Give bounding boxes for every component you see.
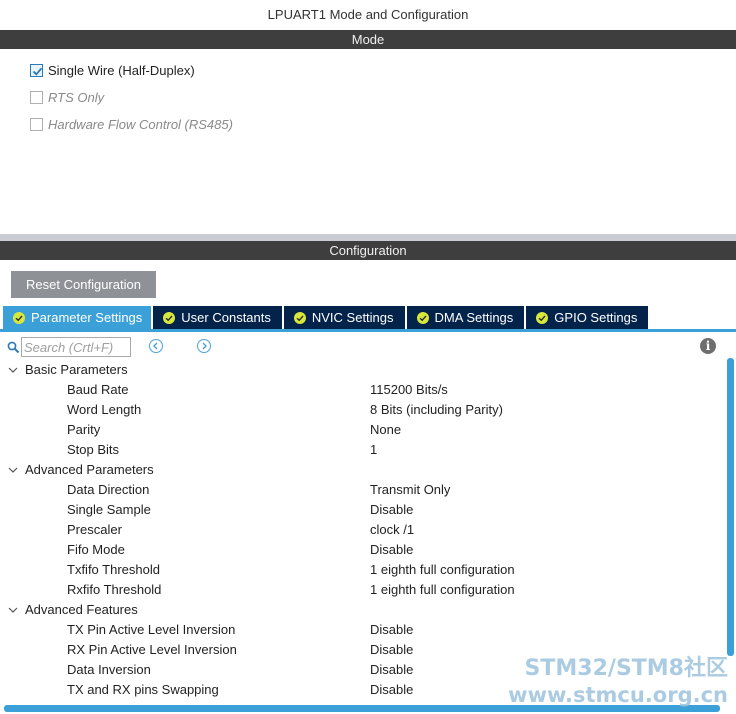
single-wire-label: Single Wire (Half-Duplex) [48,62,195,78]
param-name: TX and RX pins Swapping [67,682,219,697]
group-label: Advanced Features [25,602,138,617]
param-name: Data Inversion [67,662,151,677]
hardware-flow-control-option[interactable]: Hardware Flow Control (RS485) [30,115,233,133]
hardware-flow-control-label: Hardware Flow Control (RS485) [48,116,233,132]
tab-label: DMA Settings [434,310,514,325]
configuration-header: Configuration [0,241,736,260]
check-circle-icon [416,311,429,324]
search-icon [7,341,20,353]
window-title: LPUART1 Mode and Configuration [0,0,736,30]
tab-user-constants[interactable]: User Constants [153,306,282,329]
param-name: Prescaler [67,522,122,537]
group-advanced-features[interactable]: Advanced Features [0,600,722,620]
chevron-right-icon [202,342,207,350]
search-bar [7,337,131,357]
hardware-flow-control-checkbox[interactable] [30,117,43,131]
group-basic-parameters[interactable]: Basic Parameters [0,360,722,380]
rts-only-checkbox[interactable] [30,90,43,104]
panel-splitter[interactable] [0,234,736,241]
group-label: Advanced Parameters [25,462,154,477]
tab-label: Parameter Settings [31,310,143,325]
check-circle-icon [293,311,306,324]
param-name: Data Direction [67,482,150,497]
tab-gpio-settings[interactable]: GPIO Settings [526,306,649,329]
param-value[interactable]: 1 eighth full configuration [370,560,515,580]
parameter-tree: Basic Parameters Baud Rate 115200 Bits/s … [0,360,722,700]
watermark: STM32/STM8社区 www.stmcu.org.cn [508,656,728,708]
param-name: Baud Rate [67,382,129,397]
param-row[interactable]: Baud Rate 115200 Bits/s [0,380,722,400]
tab-parameter-settings[interactable]: Parameter Settings [3,306,152,329]
check-circle-icon [13,311,25,324]
mode-header: Mode [0,30,736,49]
param-row[interactable]: Prescaler clock /1 [0,520,722,540]
param-row[interactable]: Single Sample Disable [0,500,722,520]
param-name: RX Pin Active Level Inversion [67,642,237,657]
chevron-left-icon [153,342,158,350]
param-value[interactable]: 8 Bits (including Parity) [370,400,503,420]
reset-configuration-button[interactable]: Reset Configuration [11,271,156,298]
param-row[interactable]: Rxfifo Threshold 1 eighth full configurat… [0,580,722,600]
param-name: Stop Bits [67,442,120,457]
param-value[interactable]: Disable [370,660,413,680]
config-tabs: Parameter Settings User Constants NVIC S… [3,306,650,329]
param-name: Rxfifo Threshold [67,582,162,597]
param-row[interactable]: Txfifo Threshold 1 eighth full configurat… [0,560,722,580]
search-prev-button[interactable] [149,339,163,353]
param-name: Fifo Mode [67,542,125,557]
group-advanced-parameters[interactable]: Advanced Parameters [0,460,722,480]
param-row[interactable]: TX Pin Active Level Inversion Disable [0,620,722,640]
param-value[interactable]: 115200 Bits/s [370,380,448,400]
param-value[interactable]: Disable [370,500,413,520]
param-value[interactable]: Disable [370,640,413,660]
rts-only-label: RTS Only [48,89,105,105]
tab-label: NVIC Settings [311,310,394,325]
param-name: Txfifo Threshold [67,562,160,577]
single-wire-checkbox[interactable] [30,63,43,77]
chevron-down-icon [8,367,18,373]
param-value[interactable]: Disable [370,620,413,640]
param-value[interactable]: 1 [370,440,377,460]
param-row[interactable]: Fifo Mode Disable [0,540,722,560]
param-name: Single Sample [67,502,151,517]
chevron-down-icon [8,607,18,613]
param-value[interactable]: None [370,420,401,440]
rts-only-option[interactable]: RTS Only [30,88,104,106]
search-next-button[interactable] [197,339,211,353]
check-icon [32,67,43,76]
param-row[interactable]: Data Direction Transmit Only [0,480,722,500]
param-value[interactable]: Disable [370,680,413,700]
tab-nvic-settings[interactable]: NVIC Settings [283,306,405,329]
param-row[interactable]: Word Length 8 Bits (including Parity) [0,400,722,420]
watermark-line1: STM32/STM8社区 [524,656,728,681]
chevron-down-icon [8,467,18,473]
param-row[interactable]: Stop Bits 1 [0,440,722,460]
check-circle-icon [536,311,549,324]
param-name: Word Length [67,402,142,417]
search-input[interactable] [21,337,131,357]
param-name: Parity [67,422,101,437]
single-wire-option[interactable]: Single Wire (Half-Duplex) [30,61,195,79]
vertical-scrollbar[interactable] [727,358,734,656]
watermark-line2: www.stmcu.org.cn [508,683,728,707]
group-label: Basic Parameters [25,362,128,377]
tab-dma-settings[interactable]: DMA Settings [406,306,525,329]
param-row[interactable]: Parity None [0,420,722,440]
param-name: TX Pin Active Level Inversion [67,622,236,637]
param-value[interactable]: clock /1 [370,520,414,540]
check-circle-icon [163,311,176,324]
tab-label: User Constants [181,310,271,325]
info-icon[interactable]: i [700,338,716,354]
param-value[interactable]: Transmit Only [370,480,450,500]
param-value[interactable]: Disable [370,540,413,560]
param-value[interactable]: 1 eighth full configuration [370,580,515,600]
tab-label: GPIO Settings [554,310,638,325]
